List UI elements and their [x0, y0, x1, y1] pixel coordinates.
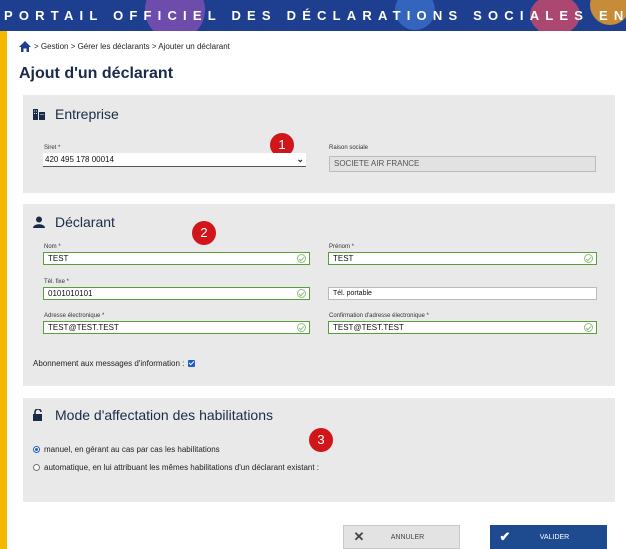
raison-sociale-field: SOCIETE AIR FRANCE: [329, 156, 596, 172]
radio-manual[interactable]: [33, 446, 40, 453]
option-auto-label[interactable]: automatique, en lui attribuant les mêmes…: [44, 463, 319, 472]
email-confirm-field[interactable]: TEST@TEST.TEST: [328, 321, 597, 334]
nom-field[interactable]: TEST: [43, 252, 310, 265]
close-icon: ✕: [353, 529, 365, 544]
siret-value: 420 495 178 00014: [45, 155, 114, 164]
home-icon[interactable]: [19, 41, 31, 52]
main-page: > Gestion > Gérer les déclarants > Ajout…: [7, 31, 626, 549]
habilitations-title: Mode d'affectation des habilitations: [55, 407, 274, 423]
page-title: Ajout d'un déclarant: [19, 65, 174, 82]
declarant-panel: Déclarant 2 Nom * TEST Prénom * TEST Tél…: [23, 204, 615, 386]
subscribe-label: Abonnement aux messages d'information :: [33, 359, 185, 368]
tel-portable-field[interactable]: Tél. portable: [328, 287, 597, 300]
tel-fixe-label: Tél. fixe *: [44, 279, 70, 285]
valid-check-icon: [297, 289, 306, 298]
prenom-field[interactable]: TEST: [328, 252, 597, 265]
email-field[interactable]: TEST@TEST.TEST: [43, 321, 310, 334]
radio-auto[interactable]: [33, 464, 40, 471]
valid-check-icon: [297, 323, 306, 332]
siret-label: Siret *: [44, 145, 61, 151]
nom-label: Nom *: [44, 244, 61, 250]
email-label: Adresse électronique *: [44, 313, 105, 319]
subscribe-row: Abonnement aux messages d'information :: [33, 359, 196, 368]
entreprise-panel: Entreprise 1 Siret * 420 495 178 00014 ⌄…: [23, 95, 615, 193]
valid-check-icon: [297, 254, 306, 263]
declarant-title: Déclarant: [55, 214, 115, 230]
breadcrumb-path[interactable]: > Gestion > Gérer les déclarants > Ajout…: [34, 42, 230, 51]
siret-select[interactable]: 420 495 178 00014 ⌄: [43, 153, 306, 167]
valid-check-icon: [584, 323, 593, 332]
marker-2: 2: [192, 221, 216, 245]
check-icon: ✔: [499, 529, 511, 544]
option-manual-label[interactable]: manuel, en gérant au cas par cas les hab…: [44, 445, 220, 454]
declarant-header: Déclarant: [33, 214, 115, 230]
unlock-icon: [33, 409, 42, 421]
option-auto-row[interactable]: automatique, en lui attribuant les mêmes…: [33, 463, 319, 472]
chevron-down-icon[interactable]: ⌄: [296, 154, 304, 165]
habilitations-header: Mode d'affectation des habilitations: [33, 407, 273, 423]
email-confirm-label: Confirmation d'adresse électronique *: [329, 313, 429, 319]
habilitations-panel: Mode d'affectation des habilitations 3 m…: [23, 398, 615, 502]
site-banner: PORTAIL OFFICIEL DES DÉCLARATIONS SOCIAL…: [0, 0, 626, 31]
raison-sociale-label: Raison sociale: [329, 145, 369, 151]
building-icon: [33, 109, 45, 120]
subscribe-checkbox[interactable]: [188, 360, 196, 367]
cancel-button[interactable]: ✕ ANNULER: [343, 525, 460, 549]
entreprise-header: Entreprise: [33, 106, 119, 122]
prenom-label: Prénom *: [329, 244, 355, 250]
breadcrumb: > Gestion > Gérer les déclarants > Ajout…: [19, 41, 230, 52]
marker-3: 3: [309, 428, 333, 452]
banner-title: PORTAIL OFFICIEL DES DÉCLARATIONS SOCIAL…: [4, 8, 626, 23]
user-icon: [33, 216, 45, 228]
entreprise-title: Entreprise: [55, 106, 119, 122]
tel-fixe-field[interactable]: 0101010101: [43, 287, 310, 300]
validate-button[interactable]: ✔ VALIDER: [490, 525, 607, 549]
option-manual-row[interactable]: manuel, en gérant au cas par cas les hab…: [33, 445, 220, 454]
valid-check-icon: [584, 254, 593, 263]
